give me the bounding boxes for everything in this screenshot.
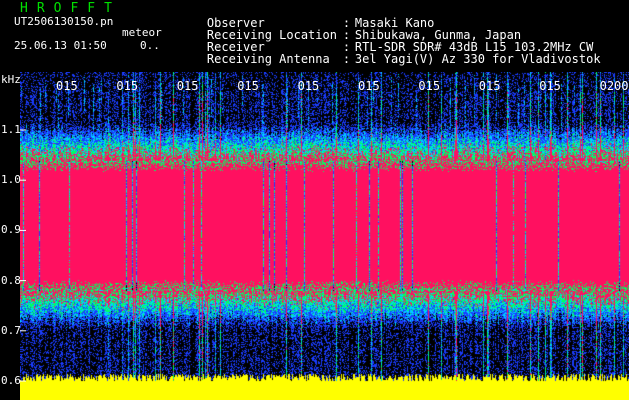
x-tick-label: 015	[358, 79, 380, 93]
spectrogram	[20, 72, 629, 400]
x-tick-label: 015	[237, 79, 259, 93]
x-tick-label: 0200	[599, 79, 629, 93]
x-tick-label: 015	[56, 79, 78, 93]
info-label: Receiving Antenna	[206, 52, 330, 66]
y-tick-label: 1.0	[1, 173, 21, 187]
y-tick-label: 0.9	[1, 223, 21, 237]
x-tick-label: 015	[176, 79, 199, 93]
filename-label: UT2506130150.pn	[14, 15, 114, 28]
info-value: 3el Yagi(V) Az 330 for Vladivostok	[354, 52, 601, 66]
y-tick-label: 1.1	[1, 123, 21, 136]
mode-label: meteor	[122, 26, 162, 39]
x-tick-label: 015	[418, 79, 441, 93]
app-title: HROFFT	[20, 1, 121, 16]
x-tick-label: 015	[478, 79, 501, 93]
counter-label: 0..	[140, 39, 160, 52]
y-tick-label: 0.6	[1, 374, 21, 387]
x-tick-label: 015	[297, 79, 320, 93]
x-tick-label: 015	[539, 79, 561, 93]
y-axis-unit: kHz	[1, 73, 21, 86]
datetime-label: 25.06.13 01:50	[14, 39, 107, 52]
x-tick-label: 015	[116, 79, 139, 93]
y-tick-label: 0.8	[1, 273, 21, 287]
y-tick-label: 0.7	[1, 323, 21, 337]
